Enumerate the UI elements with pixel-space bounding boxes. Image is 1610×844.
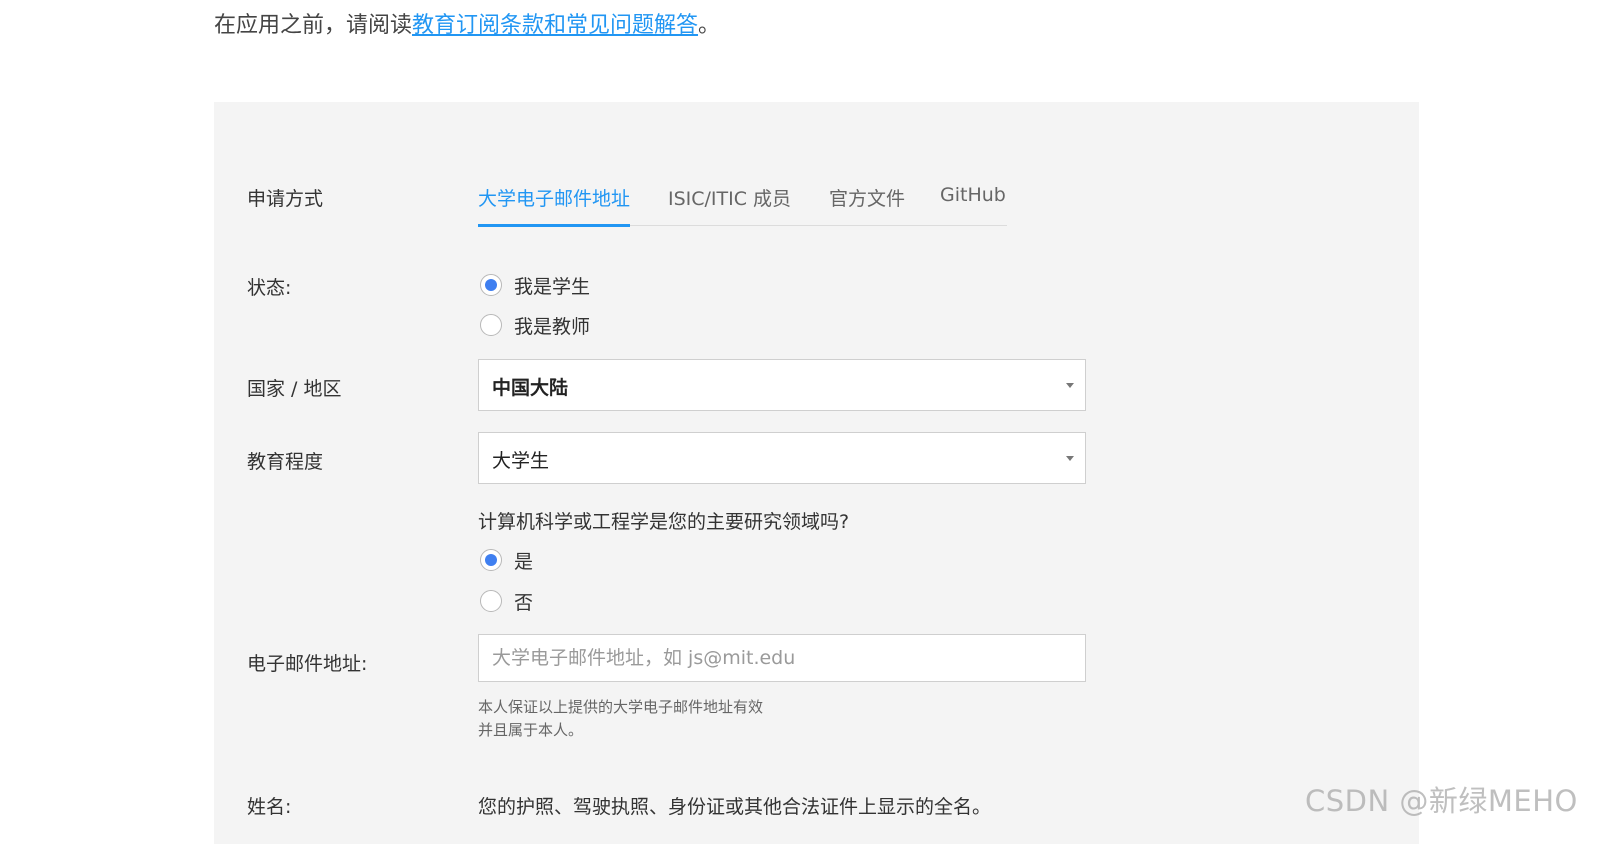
tab-github[interactable]: GitHub [940, 184, 1006, 219]
email-label: 电子邮件地址: [247, 653, 368, 675]
terms-faq-link[interactable]: 教育订阅条款和常见问题解答 [412, 13, 698, 38]
csdn-watermark: CSDN @新绿MEHO [1305, 784, 1578, 818]
status-student-label: 我是学生 [514, 275, 591, 298]
intro-suffix: 。 [698, 13, 721, 38]
country-label: 国家 / 地区 [247, 378, 342, 400]
tab-isic-itic[interactable]: ISIC/ITIC 成员 [668, 184, 791, 224]
radio-unchecked-icon[interactable] [480, 590, 502, 612]
tab-official-document[interactable]: 官方文件 [829, 184, 905, 224]
radio-checked-icon[interactable] [480, 549, 502, 571]
dropdown-arrow-icon [1066, 383, 1074, 388]
education-select[interactable]: 大学生 [478, 432, 1086, 484]
cs-no-label: 否 [514, 591, 534, 614]
cs-major-question: 计算机科学或工程学是您的主要研究领域吗? [478, 511, 850, 533]
name-description: 您的护照、驾驶执照、身份证或其他合法证件上显示的全名。 [478, 796, 992, 818]
education-select-value: 大学生 [492, 450, 550, 472]
method-label: 申请方式 [247, 188, 324, 210]
education-label: 教育程度 [247, 451, 324, 473]
application-form-panel: 申请方式 大学电子邮件地址 ISIC/ITIC 成员 官方文件 GitHub 状… [214, 102, 1419, 844]
cs-yes-radio[interactable]: 是 [480, 547, 533, 573]
cs-no-radio[interactable]: 否 [480, 588, 533, 614]
method-tabs: 大学电子邮件地址 ISIC/ITIC 成员 官方文件 GitHub [478, 178, 1007, 227]
dropdown-arrow-icon [1066, 456, 1074, 461]
email-hint-line-2: 并且属于本人。 [478, 721, 584, 739]
country-select[interactable]: 中国大陆 [478, 359, 1086, 411]
intro-text: 在应用之前，请阅读教育订阅条款和常见问题解答。 [214, 10, 720, 42]
cs-yes-label: 是 [514, 550, 534, 573]
status-label: 状态: [247, 277, 292, 299]
email-hint-line-1: 本人保证以上提供的大学电子邮件地址有效 [478, 698, 764, 716]
country-select-value: 中国大陆 [492, 377, 569, 399]
radio-unchecked-icon[interactable] [480, 314, 502, 336]
status-teacher-label: 我是教师 [514, 315, 591, 338]
tab-university-email[interactable]: 大学电子邮件地址 [478, 184, 631, 227]
status-teacher-radio[interactable]: 我是教师 [480, 312, 590, 338]
email-field[interactable] [478, 634, 1086, 682]
name-label: 姓名: [247, 796, 292, 818]
status-student-radio[interactable]: 我是学生 [480, 272, 590, 298]
intro-prefix: 在应用之前，请阅读 [214, 13, 413, 38]
radio-checked-icon[interactable] [480, 274, 502, 296]
